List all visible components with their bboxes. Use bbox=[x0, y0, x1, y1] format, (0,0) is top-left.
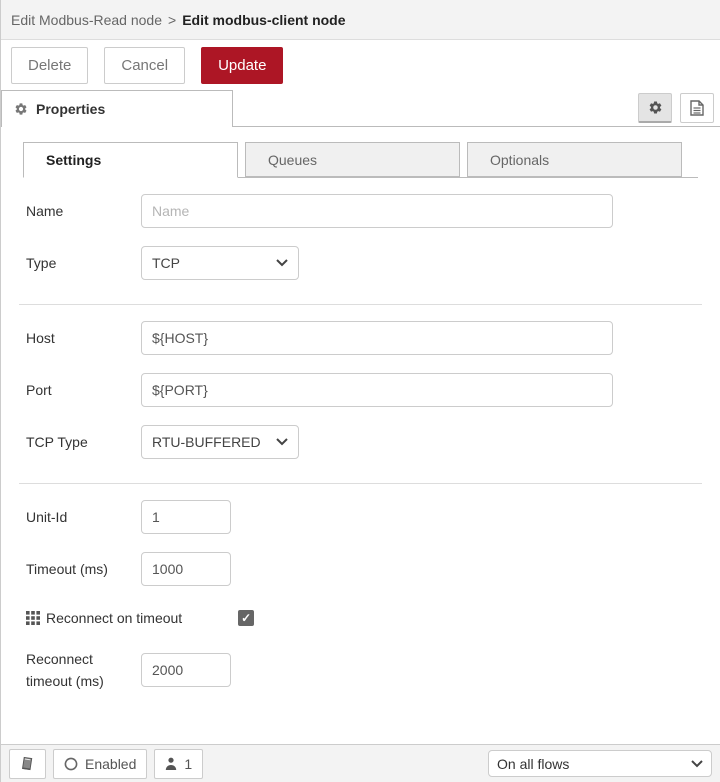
reconnect-on-timeout-row: Reconnect on timeout bbox=[19, 610, 702, 626]
tab-optionals-label: Optionals bbox=[490, 151, 550, 168]
type-row: Type TCP bbox=[19, 246, 702, 280]
file-text-icon bbox=[690, 100, 704, 116]
breadcrumb: Edit Modbus-Read node > Edit modbus-clie… bbox=[1, 0, 720, 40]
gear-icon bbox=[14, 102, 28, 116]
tcp-type-row: TCP Type RTU-BUFFERED bbox=[19, 425, 702, 459]
host-label: Host bbox=[26, 330, 55, 346]
type-select-value: TCP bbox=[152, 255, 180, 271]
grid-icon bbox=[26, 611, 40, 625]
tab-settings-label: Settings bbox=[46, 152, 102, 168]
port-row: Port bbox=[19, 373, 702, 407]
reconnect-on-timeout-label: Reconnect on timeout bbox=[46, 610, 183, 626]
node-docs-button[interactable] bbox=[680, 93, 714, 123]
circle-outline-icon bbox=[64, 757, 78, 771]
deploy-scope-value: On all flows bbox=[497, 755, 570, 772]
enabled-label: Enabled bbox=[85, 755, 137, 772]
unit-id-row: Unit-Id bbox=[19, 500, 702, 534]
enable-toggle-button[interactable]: Enabled bbox=[53, 748, 148, 779]
timeout-input[interactable] bbox=[141, 552, 231, 586]
port-input[interactable] bbox=[141, 373, 613, 407]
section-tabs: Settings Queues Optionals bbox=[23, 142, 698, 178]
library-button[interactable] bbox=[9, 748, 46, 779]
type-select[interactable]: TCP bbox=[141, 246, 299, 280]
reconnect-timeout-label: Reconnect timeout (ms) bbox=[26, 648, 141, 693]
name-row: Name bbox=[19, 194, 702, 228]
reconnect-on-timeout-checkbox[interactable] bbox=[238, 610, 255, 626]
tab-queues-label: Queues bbox=[268, 151, 318, 168]
unit-id-input[interactable] bbox=[141, 500, 231, 534]
user-icon bbox=[165, 757, 177, 770]
tab-properties[interactable]: Properties bbox=[1, 90, 233, 127]
chevron-down-icon bbox=[276, 259, 288, 267]
gear-icon bbox=[648, 100, 663, 115]
book-icon bbox=[20, 756, 35, 771]
reconnect-timeout-label-line2: timeout (ms) bbox=[26, 673, 104, 690]
chevron-down-icon bbox=[276, 438, 288, 446]
chevron-down-icon bbox=[691, 759, 703, 768]
node-config-button[interactable] bbox=[638, 93, 672, 123]
breadcrumb-parent[interactable]: Edit Modbus-Read node bbox=[11, 12, 162, 28]
name-input[interactable] bbox=[141, 194, 613, 228]
name-label: Name bbox=[26, 203, 64, 219]
instance-count-button[interactable]: 1 bbox=[154, 748, 204, 779]
reconnect-timeout-row: Reconnect timeout (ms) bbox=[19, 648, 702, 693]
tab-settings[interactable]: Settings bbox=[23, 142, 238, 178]
host-input[interactable] bbox=[141, 321, 613, 355]
tray-toolbar: Delete Cancel Update bbox=[1, 40, 720, 90]
type-label: Type bbox=[26, 255, 57, 271]
edit-form: Settings Queues Optionals Name Type TCP … bbox=[1, 132, 720, 744]
divider bbox=[19, 483, 702, 484]
tray-footer: Enabled 1 On all flows bbox=[1, 744, 720, 782]
reconnect-timeout-label-line1: Reconnect bbox=[26, 651, 93, 667]
tab-optionals[interactable]: Optionals bbox=[467, 142, 682, 177]
unit-id-label: Unit-Id bbox=[26, 509, 68, 525]
tcp-type-select[interactable]: RTU-BUFFERED bbox=[141, 425, 299, 459]
delete-button[interactable]: Delete bbox=[11, 46, 89, 84]
instance-count: 1 bbox=[184, 755, 193, 772]
tab-queues[interactable]: Queues bbox=[245, 142, 460, 177]
properties-header-row: Properties bbox=[1, 90, 720, 132]
tcp-type-select-value: RTU-BUFFERED bbox=[152, 434, 261, 450]
divider bbox=[19, 304, 702, 305]
cancel-button[interactable]: Cancel bbox=[104, 46, 186, 84]
port-label: Port bbox=[26, 382, 52, 398]
properties-tab-label: Properties bbox=[36, 101, 106, 117]
timeout-label: Timeout (ms) bbox=[26, 561, 108, 577]
tcp-type-label: TCP Type bbox=[26, 434, 88, 450]
deploy-scope-select[interactable]: On all flows bbox=[488, 750, 712, 777]
breadcrumb-separator: > bbox=[168, 11, 177, 28]
reconnect-timeout-input[interactable] bbox=[141, 653, 231, 688]
timeout-row: Timeout (ms) bbox=[19, 552, 702, 586]
update-button[interactable]: Update bbox=[201, 46, 284, 84]
host-row: Host bbox=[19, 321, 702, 355]
page-title: Edit modbus-client node bbox=[182, 11, 346, 28]
